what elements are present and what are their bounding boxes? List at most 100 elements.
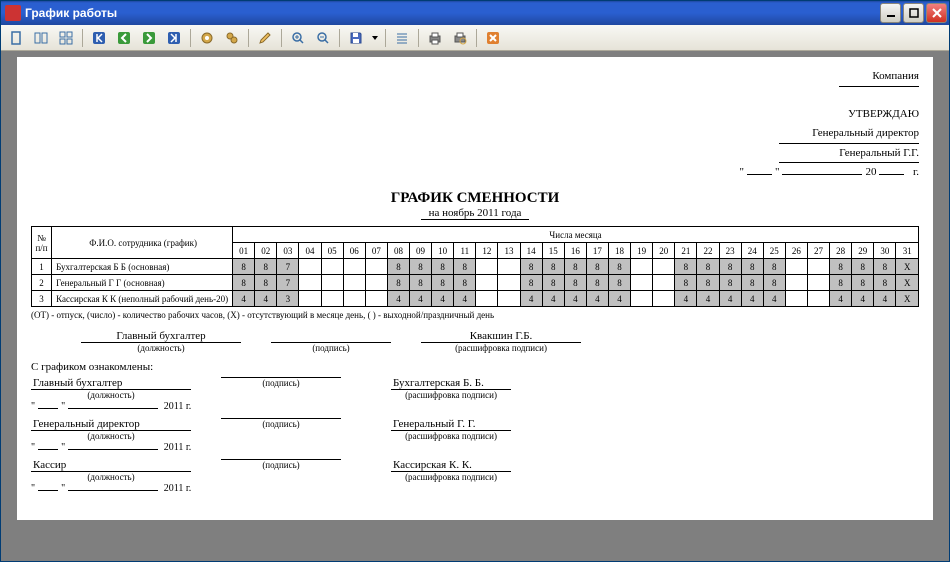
document-title: ГРАФИК СМЕННОСТИ xyxy=(31,190,919,207)
day-cell xyxy=(653,275,675,291)
day-cell: 8 xyxy=(741,259,763,275)
day-cell xyxy=(785,259,807,275)
window-title: График работы xyxy=(25,6,880,20)
day-cell: 4 xyxy=(697,291,719,307)
day-cell xyxy=(631,275,653,291)
nav-prev-icon[interactable] xyxy=(113,27,135,49)
day-cell: 8 xyxy=(763,275,785,291)
day-cell: 8 xyxy=(741,275,763,291)
day-cell xyxy=(498,291,520,307)
toolbar xyxy=(1,25,949,51)
day-cell: 8 xyxy=(719,259,741,275)
settings2-icon[interactable] xyxy=(221,27,243,49)
ack-position: Главный бухгалтер xyxy=(31,377,191,390)
close-button[interactable] xyxy=(926,3,947,23)
exit-icon[interactable] xyxy=(482,27,504,49)
day-cell: 4 xyxy=(586,291,608,307)
page-grid-icon[interactable] xyxy=(55,27,77,49)
page-double-icon[interactable] xyxy=(30,27,52,49)
save-icon[interactable] xyxy=(345,27,367,49)
day-cell: 4 xyxy=(387,291,409,307)
day-header: 10 xyxy=(432,243,454,259)
day-cell: 8 xyxy=(454,259,476,275)
day-cell: 8 xyxy=(874,259,896,275)
nav-next-icon[interactable] xyxy=(138,27,160,49)
day-cell xyxy=(807,291,829,307)
save-dropdown-icon[interactable] xyxy=(370,27,380,49)
ack-name: Кассирская К. К. xyxy=(391,459,511,472)
day-cell xyxy=(299,275,321,291)
day-cell: 8 xyxy=(520,259,542,275)
day-header: 17 xyxy=(586,243,608,259)
day-cell xyxy=(807,275,829,291)
list-icon[interactable] xyxy=(391,27,413,49)
day-cell: 8 xyxy=(520,275,542,291)
print-preview-icon[interactable] xyxy=(449,27,471,49)
year-prefix: 20 xyxy=(865,166,876,178)
sig-pos-caption: (должность) xyxy=(137,343,184,353)
minimize-button[interactable] xyxy=(880,3,901,23)
day-header: 13 xyxy=(498,243,520,259)
nav-first-icon[interactable] xyxy=(88,27,110,49)
page-single-icon[interactable] xyxy=(5,27,27,49)
employee-name: Кассирская К К (неполный рабочий день-20… xyxy=(52,291,233,307)
day-header: 29 xyxy=(852,243,874,259)
day-cell: 8 xyxy=(255,275,277,291)
signature-block: Главный бухгалтер (должность) (подпись) … xyxy=(31,330,919,353)
scroll-container[interactable]: Компания УТВЕРЖДАЮ Генеральный директор … xyxy=(7,57,943,555)
legend-text: (ОТ) - отпуск, (число) - количество рабо… xyxy=(31,310,919,320)
day-header: 04 xyxy=(299,243,321,259)
day-cell xyxy=(365,275,387,291)
print-icon[interactable] xyxy=(424,27,446,49)
day-cell xyxy=(498,275,520,291)
day-header: 20 xyxy=(653,243,675,259)
day-cell: 4 xyxy=(608,291,630,307)
day-header: 30 xyxy=(874,243,896,259)
document-subtitle: на ноябрь 2011 года xyxy=(421,207,530,220)
day-cell: 8 xyxy=(874,275,896,291)
day-header: 31 xyxy=(896,243,919,259)
day-header: 06 xyxy=(343,243,365,259)
ack-date-line: "" 2011 г. xyxy=(31,401,919,412)
ack-position: Генеральный директор xyxy=(31,418,191,431)
day-cell: 4 xyxy=(719,291,741,307)
day-cell xyxy=(321,275,343,291)
day-cell xyxy=(476,259,498,275)
app-window: График работы xyxy=(0,0,950,562)
nav-last-icon[interactable] xyxy=(163,27,185,49)
settings-icon[interactable] xyxy=(196,27,218,49)
day-cell: 8 xyxy=(697,275,719,291)
edit-icon[interactable] xyxy=(254,27,276,49)
approver-position: Генеральный директор xyxy=(779,124,919,144)
row-num: 3 xyxy=(32,291,52,307)
day-header: 23 xyxy=(719,243,741,259)
day-cell: 8 xyxy=(608,259,630,275)
day-cell: 4 xyxy=(233,291,255,307)
day-header: 27 xyxy=(807,243,829,259)
day-cell: 8 xyxy=(763,259,785,275)
day-header: 08 xyxy=(387,243,409,259)
maximize-button[interactable] xyxy=(903,3,924,23)
day-header: 16 xyxy=(564,243,586,259)
day-cell: X xyxy=(896,275,919,291)
table-head: № п/п Ф.И.О. сотрудника (график) Числа м… xyxy=(32,227,919,259)
day-cell: 8 xyxy=(586,259,608,275)
day-cell xyxy=(343,291,365,307)
day-cell: 4 xyxy=(255,291,277,307)
table-row: 2Генеральный Г Г (основная)8878888888888… xyxy=(32,275,919,291)
day-cell xyxy=(321,259,343,275)
day-cell: 4 xyxy=(763,291,785,307)
day-header: 11 xyxy=(454,243,476,259)
day-header: 25 xyxy=(763,243,785,259)
zoom-in-icon[interactable] xyxy=(287,27,309,49)
day-cell xyxy=(807,259,829,275)
day-cell: 8 xyxy=(233,259,255,275)
employee-name: Бухгалтерская Б Б (основная) xyxy=(52,259,233,275)
day-header: 09 xyxy=(410,243,432,259)
day-cell: 8 xyxy=(564,275,586,291)
day-cell: 8 xyxy=(586,275,608,291)
zoom-out-icon[interactable] xyxy=(312,27,334,49)
day-header: 18 xyxy=(608,243,630,259)
day-cell: 8 xyxy=(852,259,874,275)
day-cell: 8 xyxy=(454,275,476,291)
